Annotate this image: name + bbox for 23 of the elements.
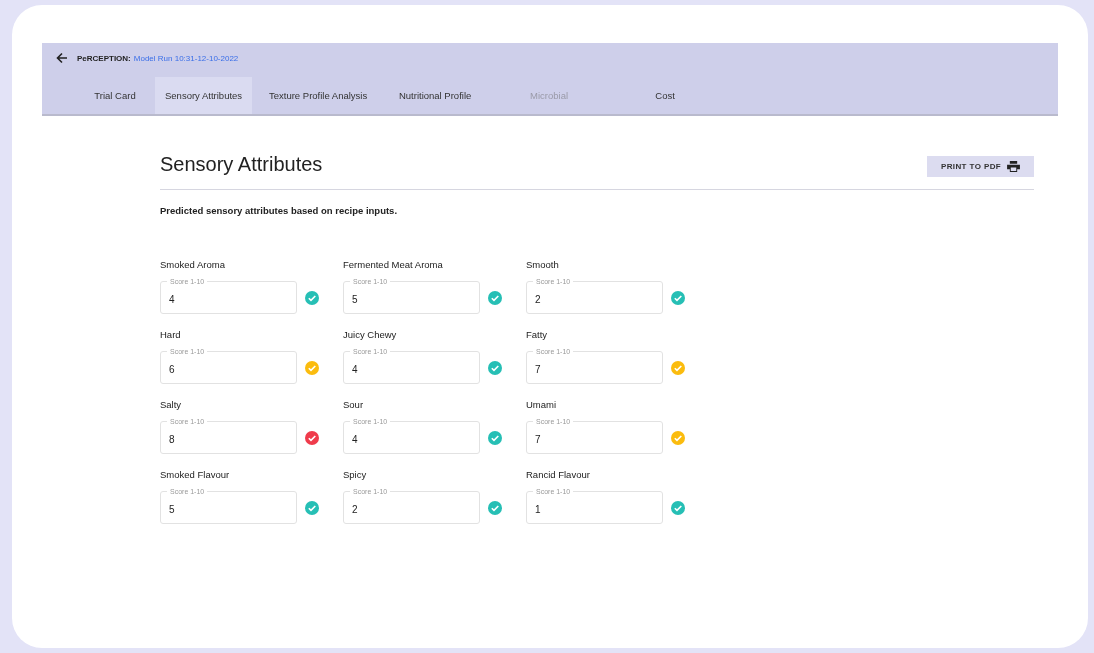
tab[interactable]: Nutritional Profile bbox=[384, 77, 487, 114]
attribute-label: Fermented Meat Aroma bbox=[343, 259, 444, 272]
page-title: Sensory Attributes bbox=[160, 153, 323, 176]
attribute-label: Salty bbox=[160, 399, 183, 412]
attribute-label: Fatty bbox=[526, 329, 549, 342]
tab[interactable]: Texture Profile Analysis bbox=[252, 77, 385, 114]
tab[interactable]: Cost bbox=[612, 77, 719, 114]
app-name: PeRCEPTION: bbox=[77, 53, 131, 63]
attribute-label: Hard bbox=[160, 329, 182, 342]
printer-icon bbox=[1007, 161, 1021, 172]
attribute-label: Umami bbox=[526, 399, 558, 412]
print-to-pdf-button[interactable]: PRINT TO PDF bbox=[927, 156, 1034, 177]
attribute-label: Smoked Aroma bbox=[160, 259, 226, 272]
tab[interactable]: Trial Card bbox=[75, 77, 155, 114]
attribute-label: Spicy bbox=[343, 469, 368, 482]
attribute-label: Rancid Flavour bbox=[526, 469, 591, 482]
tab[interactable]: Sensory Attributes bbox=[155, 77, 253, 114]
attribute-label: Smoked Flavour bbox=[160, 469, 231, 482]
description-text: Predicted sensory attributes based on recipe inputs. bbox=[160, 205, 399, 216]
back-arrow-icon[interactable] bbox=[56, 52, 68, 64]
attribute-label: Smooth bbox=[526, 259, 560, 272]
attribute-label: Sour bbox=[343, 399, 365, 412]
attribute-label: Juicy Chewy bbox=[343, 329, 398, 342]
